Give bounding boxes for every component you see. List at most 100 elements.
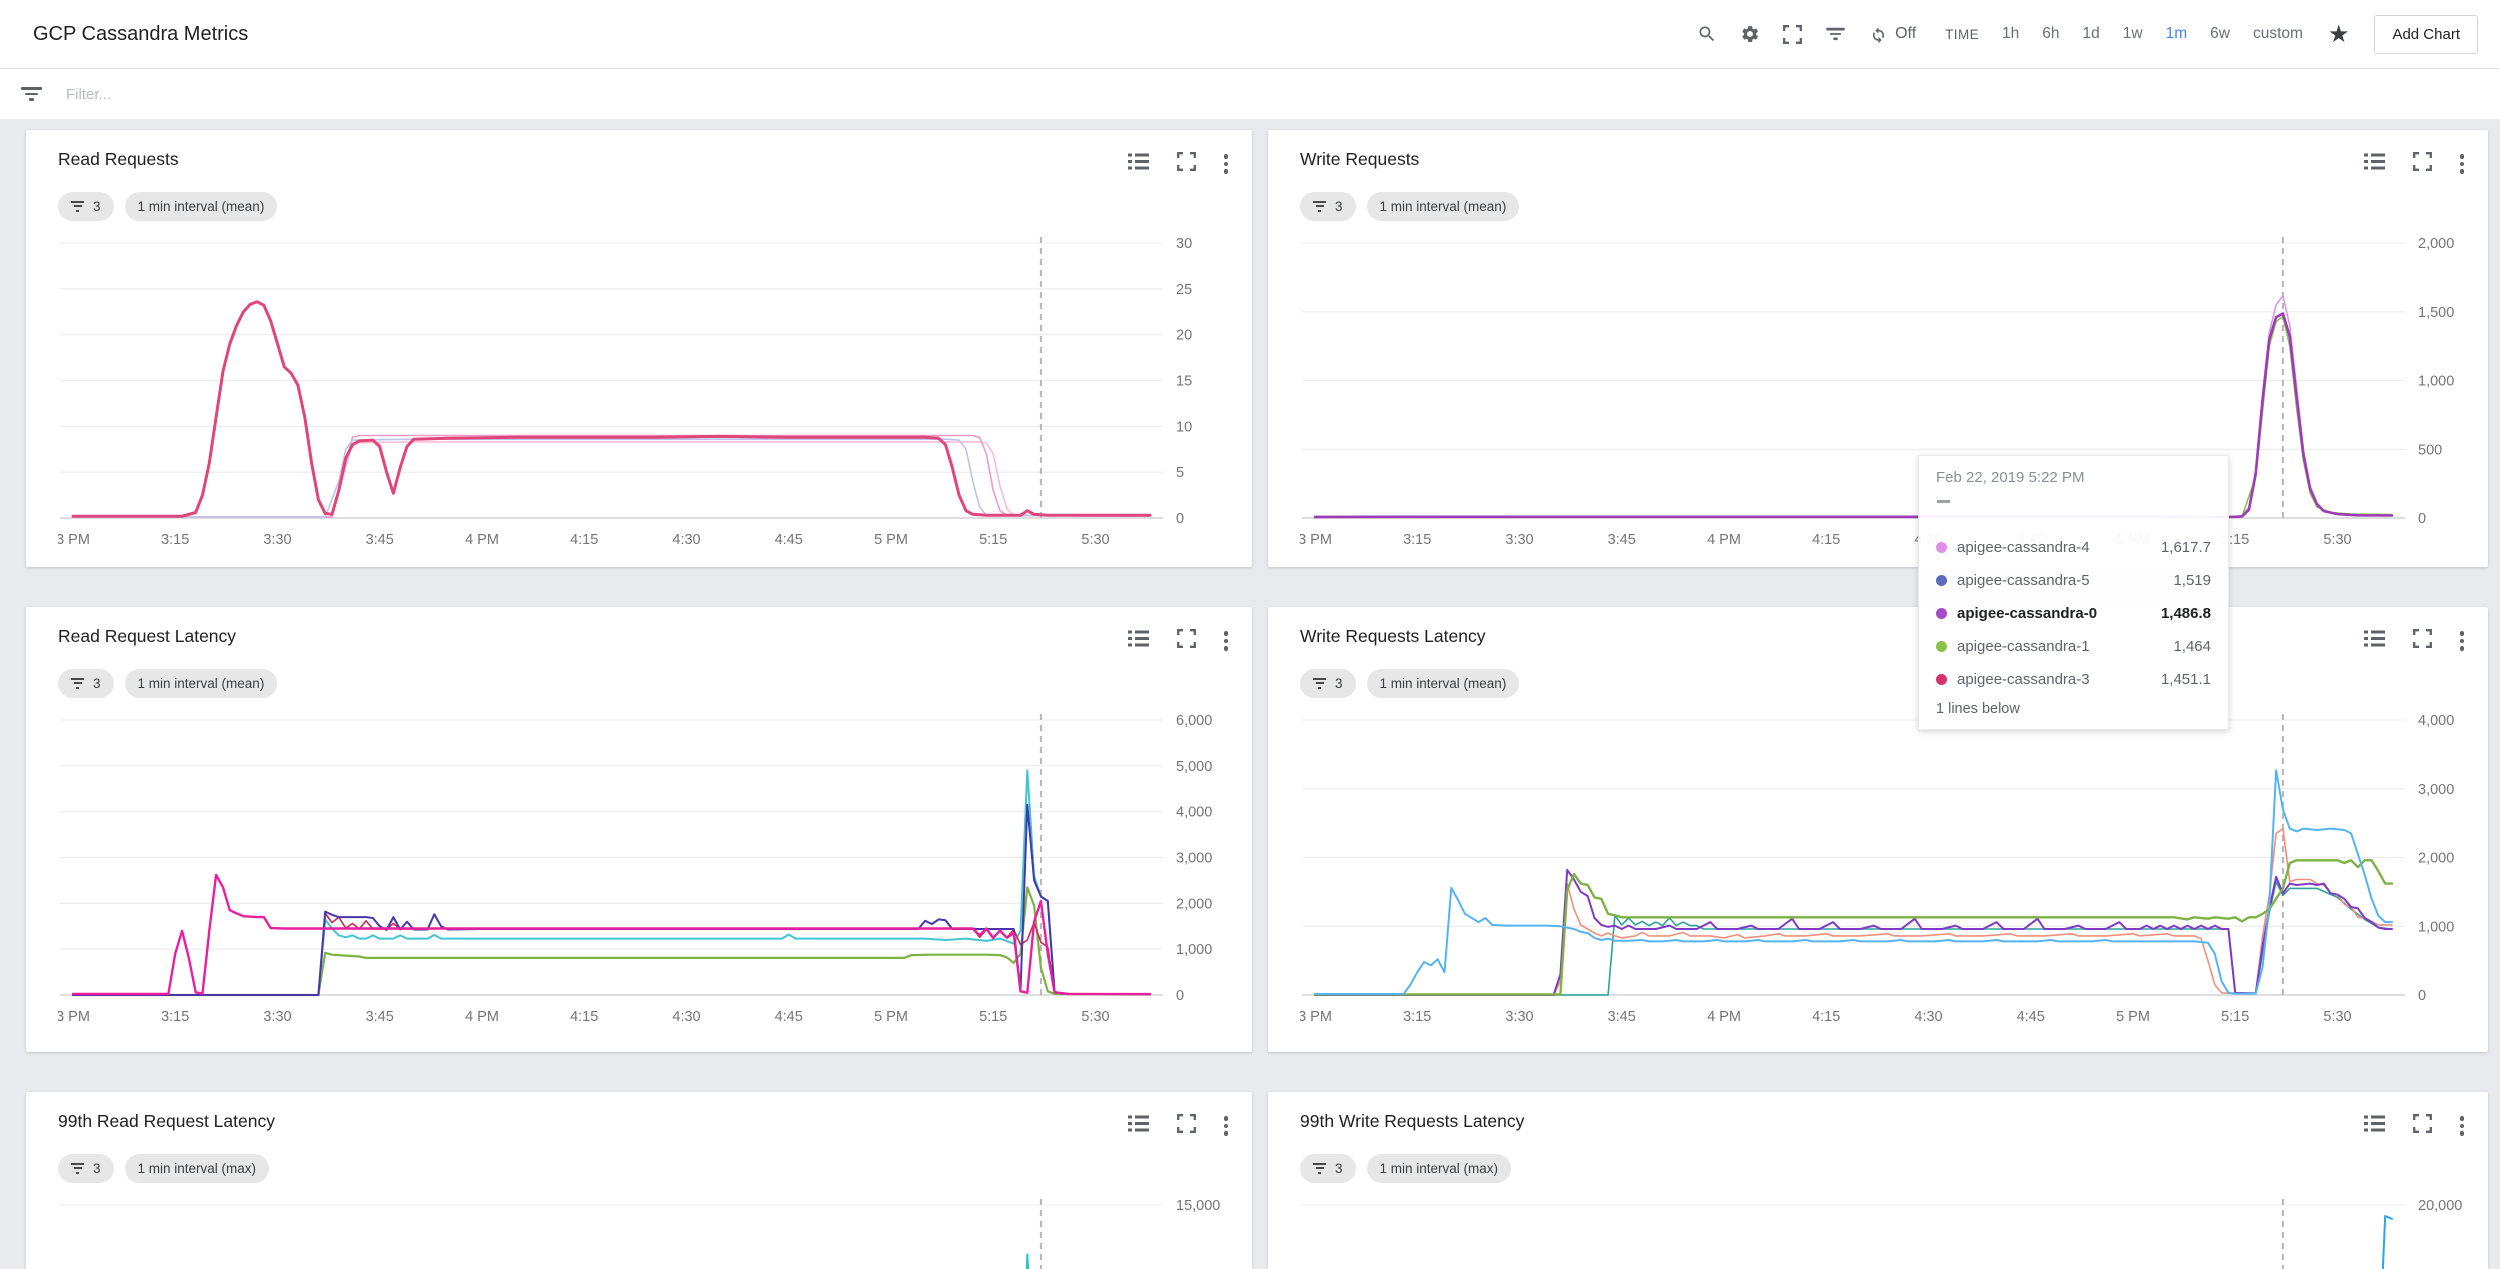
legend-list-icon[interactable] <box>1128 1115 1149 1137</box>
chart-title: 99th Read Request Latency <box>58 1106 1128 1132</box>
legend-list-icon[interactable] <box>2364 1115 2385 1137</box>
filter-chip-icon <box>71 1160 84 1176</box>
svg-text:4:15: 4:15 <box>570 1009 598 1025</box>
svg-text:4,000: 4,000 <box>1176 804 1212 820</box>
time-range-1d[interactable]: 1d <box>2083 25 2100 43</box>
chart-title: Read Requests <box>58 144 1128 170</box>
chart-plot[interactable]: 01,0002,0003,0004,0005,0006,0003 PM3:153… <box>58 710 1238 1040</box>
card-write-requests-latency: Write Requests Latency 3 1 min interval … <box>1268 607 2488 1052</box>
svg-text:3:45: 3:45 <box>366 1009 394 1025</box>
filter-count-chip[interactable]: 3 <box>1300 192 1356 221</box>
svg-text:4:45: 4:45 <box>775 532 803 548</box>
filter-list-icon[interactable] <box>1825 24 1846 44</box>
svg-text:4,000: 4,000 <box>2418 713 2454 729</box>
dashboard-filter-bar <box>0 69 2500 119</box>
chart-hover-tooltip: Feb 22, 2019 5:22 PM apigee-cassandra-4 … <box>1918 455 2229 730</box>
card-99th-write-requests-latency: 99th Write Requests Latency 3 1 min inte… <box>1268 1092 2488 1269</box>
auto-refresh-control[interactable]: Off <box>1869 25 1916 44</box>
page-title: GCP Cassandra Metrics <box>33 23 248 46</box>
filter-count-chip[interactable]: 3 <box>1300 1154 1356 1183</box>
more-options-icon[interactable] <box>2460 151 2465 177</box>
svg-text:4:30: 4:30 <box>672 532 700 548</box>
svg-text:30: 30 <box>1176 236 1192 252</box>
more-options-icon[interactable] <box>1224 628 1229 654</box>
chart-plot[interactable]: 01,0002,0003,0004,0003 PM3:153:303:454 P… <box>1300 710 2480 1040</box>
legend-list-icon[interactable] <box>2364 153 2385 175</box>
more-options-icon[interactable] <box>2460 628 2465 654</box>
time-range-6w[interactable]: 6w <box>2210 25 2230 43</box>
svg-text:1,000: 1,000 <box>2418 919 2454 935</box>
tooltip-row: apigee-cassandra-5 1,519 <box>1936 564 2211 597</box>
svg-text:500: 500 <box>2418 442 2442 458</box>
refresh-icon <box>1869 25 1888 44</box>
expand-chart-icon[interactable] <box>2413 1114 2432 1138</box>
expand-chart-icon[interactable] <box>1177 152 1196 176</box>
top-bar: GCP Cassandra Metrics Off TIME 1h 6h 1d … <box>0 0 2500 69</box>
series-color-dot <box>1936 542 1947 553</box>
series-color-dot <box>1936 674 1947 685</box>
svg-text:0: 0 <box>2418 511 2426 527</box>
legend-list-icon[interactable] <box>1128 153 1149 175</box>
filter-count-chip[interactable]: 3 <box>1300 669 1356 698</box>
favorite-star-icon[interactable]: ★ <box>2328 20 2350 49</box>
more-options-icon[interactable] <box>1224 1113 1229 1139</box>
legend-list-icon[interactable] <box>2364 630 2385 652</box>
chart-plot[interactable]: 0510152025303 PM3:153:303:454 PM4:154:30… <box>58 233 1238 563</box>
toolbar: Off TIME 1h 6h 1d 1w 1m 6w custom ★ Add … <box>1697 15 2478 54</box>
time-range-custom[interactable]: custom <box>2253 25 2303 43</box>
card-write-requests: Write Requests 3 1 min interval (mean) 0… <box>1268 130 2488 567</box>
filter-input[interactable] <box>66 86 766 103</box>
settings-gear-icon[interactable] <box>1740 24 1760 44</box>
interval-chip[interactable]: 1 min interval (max) <box>1367 1154 1512 1183</box>
svg-text:3:45: 3:45 <box>366 532 394 548</box>
fullscreen-icon[interactable] <box>1783 25 1802 44</box>
svg-text:3:30: 3:30 <box>263 532 291 548</box>
chart-plot[interactable]: 05001,0001,5002,0003 PM3:153:303:454 PM4… <box>1300 233 2480 563</box>
svg-text:5,000: 5,000 <box>1176 758 1212 774</box>
svg-text:5 PM: 5 PM <box>874 1009 908 1025</box>
svg-text:5: 5 <box>1176 465 1184 481</box>
svg-text:4:15: 4:15 <box>1812 1009 1840 1025</box>
svg-text:3:30: 3:30 <box>1505 532 1533 548</box>
interval-chip[interactable]: 1 min interval (mean) <box>1367 669 1520 698</box>
svg-text:4:30: 4:30 <box>1914 1009 1942 1025</box>
interval-chip[interactable]: 1 min interval (max) <box>125 1154 270 1183</box>
svg-text:5 PM: 5 PM <box>874 532 908 548</box>
svg-text:5:30: 5:30 <box>2323 532 2351 548</box>
expand-chart-icon[interactable] <box>1177 629 1196 653</box>
svg-text:1,500: 1,500 <box>2418 304 2454 320</box>
add-chart-button[interactable]: Add Chart <box>2374 15 2478 54</box>
svg-text:3:15: 3:15 <box>1403 1009 1431 1025</box>
svg-text:4 PM: 4 PM <box>465 532 499 548</box>
svg-text:2,000: 2,000 <box>2418 850 2454 866</box>
svg-text:3 PM: 3 PM <box>58 1009 90 1025</box>
time-range-6h[interactable]: 6h <box>2042 25 2059 43</box>
time-range-1h[interactable]: 1h <box>2002 25 2019 43</box>
filter-count-chip[interactable]: 3 <box>58 1154 114 1183</box>
expand-chart-icon[interactable] <box>1177 1114 1196 1138</box>
svg-text:4 PM: 4 PM <box>1707 532 1741 548</box>
interval-chip[interactable]: 1 min interval (mean) <box>1367 192 1520 221</box>
svg-text:5:15: 5:15 <box>979 1009 1007 1025</box>
filter-count-chip[interactable]: 3 <box>58 192 114 221</box>
time-range-1m[interactable]: 1m <box>2166 25 2188 43</box>
interval-chip[interactable]: 1 min interval (mean) <box>125 192 278 221</box>
more-options-icon[interactable] <box>1224 151 1229 177</box>
time-range-1w[interactable]: 1w <box>2123 25 2143 43</box>
svg-text:20: 20 <box>1176 327 1192 343</box>
svg-text:4:15: 4:15 <box>570 532 598 548</box>
filter-count-chip[interactable]: 3 <box>58 669 114 698</box>
tooltip-crosshair-dash <box>1937 500 1950 503</box>
svg-text:3:45: 3:45 <box>1608 1009 1636 1025</box>
expand-chart-icon[interactable] <box>2413 629 2432 653</box>
expand-chart-icon[interactable] <box>2413 152 2432 176</box>
interval-chip[interactable]: 1 min interval (mean) <box>125 669 278 698</box>
filter-chip-icon <box>71 675 84 691</box>
legend-list-icon[interactable] <box>1128 630 1149 652</box>
chart-plot[interactable]: 05,00010,00015,0003 PM3:153:303:454 PM4:… <box>58 1195 1238 1269</box>
svg-text:15,000: 15,000 <box>1176 1198 1220 1214</box>
search-icon[interactable] <box>1697 24 1717 44</box>
more-options-icon[interactable] <box>2460 1113 2465 1139</box>
svg-text:10: 10 <box>1176 419 1192 435</box>
chart-plot[interactable]: 05,00010,00015,00020,0003 PM3:153:303:45… <box>1300 1195 2480 1269</box>
